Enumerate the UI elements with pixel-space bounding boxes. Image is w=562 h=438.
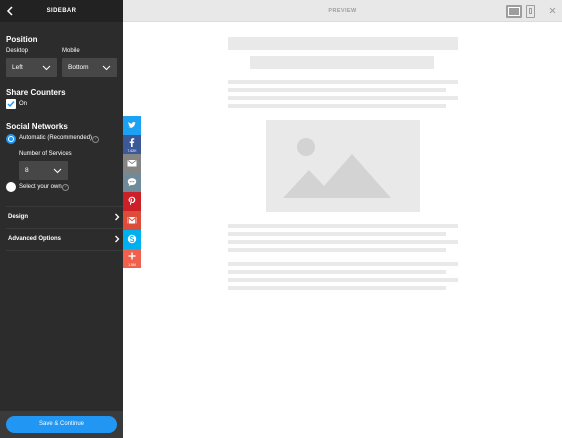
desktop-label: Desktop (6, 48, 29, 54)
desktop-icon (508, 7, 520, 16)
design-label: Design (8, 214, 29, 220)
chevron-down-icon (102, 65, 111, 71)
number-of-services-label: Number of Services (19, 151, 72, 157)
advanced-options-link[interactable]: Advanced Options (0, 229, 123, 249)
select-your-own-radio[interactable] (6, 182, 16, 192)
placeholder-text-line (228, 80, 458, 84)
mobile-view-button[interactable] (526, 5, 535, 18)
chevron-right-icon (115, 213, 120, 221)
twitter-icon (128, 122, 136, 128)
number-of-services-value: 8 (25, 167, 29, 174)
settings-sidebar: SIDEBAR Position Desktop Mobile Left Bot… (0, 0, 123, 438)
checkmark-icon (7, 101, 15, 108)
facebook-share-count: 7.62K (127, 149, 137, 153)
share-button-pinterest[interactable] (123, 192, 141, 211)
divider (6, 250, 123, 251)
share-button-gmail[interactable] (123, 211, 141, 230)
position-heading: Position (6, 35, 38, 44)
save-continue-button[interactable]: Save & Continue (6, 416, 117, 433)
placeholder-text-line (228, 248, 446, 252)
share-counters-heading: Share Counters (6, 88, 66, 97)
sidebar-title: SIDEBAR (46, 8, 77, 14)
placeholder-title-bar (228, 37, 458, 50)
skype-icon (127, 234, 137, 244)
placeholder-text-line (228, 96, 458, 100)
mobile-position-value: Bottom (68, 64, 89, 71)
preview-title: PREVIEW (328, 8, 357, 14)
share-button-facebook[interactable]: 7.62K (123, 135, 141, 154)
placeholder-text-line (228, 262, 458, 266)
desktop-view-button[interactable] (506, 5, 522, 18)
mobile-label: Mobile (62, 48, 80, 54)
sms-icon (127, 178, 137, 187)
share-button-more[interactable]: 1.8M (123, 249, 141, 268)
help-icon[interactable]: ? (62, 184, 69, 191)
number-of-services-select[interactable]: 8 (19, 161, 68, 180)
chevron-down-icon (42, 65, 51, 71)
share-button-twitter[interactable] (123, 116, 141, 135)
design-section-link[interactable]: Design (0, 207, 123, 227)
placeholder-image (266, 120, 420, 212)
help-icon[interactable]: ? (92, 136, 99, 143)
share-button-email[interactable] (123, 154, 141, 173)
preview-header: PREVIEW (123, 0, 562, 22)
automatic-label: Automatic (Recommended) (19, 135, 93, 141)
share-counters-checkbox[interactable] (6, 99, 16, 109)
share-button-skype[interactable] (123, 230, 141, 249)
image-placeholder-icon (283, 138, 391, 198)
facebook-icon (129, 138, 135, 147)
placeholder-text-line (228, 104, 446, 108)
chevron-down-icon (53, 168, 62, 174)
placeholder-subtitle-bar (250, 56, 434, 69)
placeholder-text-line (228, 224, 458, 228)
social-networks-heading: Social Networks (6, 122, 68, 131)
chevron-right-icon (115, 235, 120, 243)
more-icon (128, 252, 136, 260)
automatic-radio[interactable] (6, 134, 16, 144)
placeholder-text-line (228, 278, 458, 282)
desktop-position-value: Left (12, 64, 23, 71)
desktop-position-select[interactable]: Left (6, 58, 57, 77)
mobile-position-select[interactable]: Bottom (62, 58, 117, 77)
placeholder-text-line (228, 232, 446, 236)
share-counters-label: On (19, 101, 28, 107)
placeholder-text-line (228, 270, 446, 274)
close-icon[interactable] (548, 6, 557, 15)
mobile-icon (529, 8, 532, 14)
select-your-own-label: Select your own (19, 184, 62, 190)
placeholder-text-line (228, 286, 446, 290)
placeholder-text-line (228, 240, 458, 244)
sidebar-header: SIDEBAR (0, 0, 123, 22)
advanced-options-label: Advanced Options (8, 236, 62, 242)
more-share-count: 1.8M (128, 263, 136, 267)
pinterest-icon (128, 196, 136, 206)
email-icon (127, 159, 137, 167)
gmail-icon (127, 217, 137, 224)
share-button-sms[interactable] (123, 173, 141, 192)
placeholder-text-line (228, 88, 446, 92)
